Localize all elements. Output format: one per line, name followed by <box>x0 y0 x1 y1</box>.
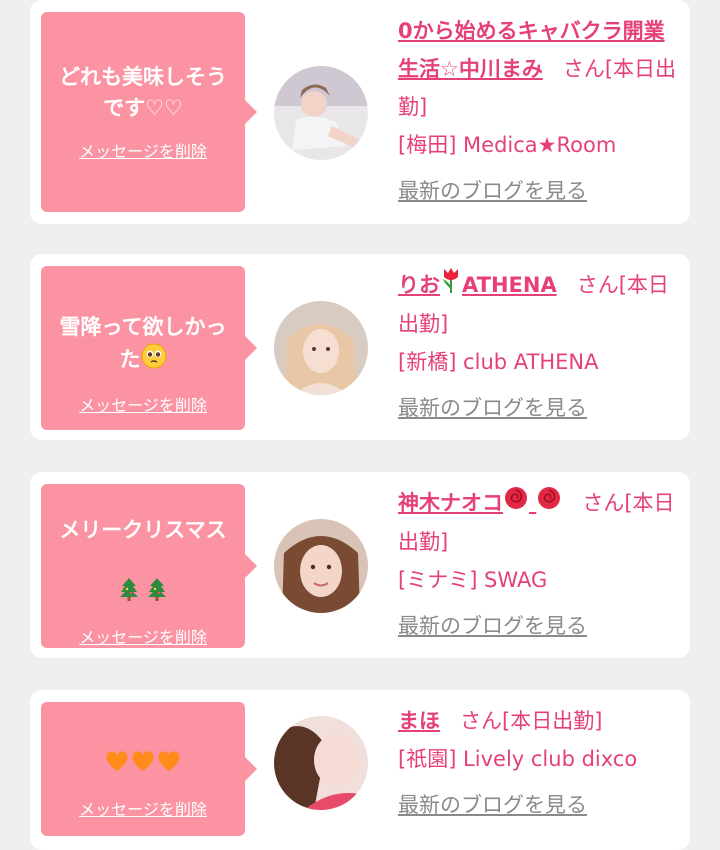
message-bubble: 雪降って欲しかった メッセージを削除 <box>41 266 257 430</box>
message-text: どれも美味しそうです♡♡ <box>59 65 227 120</box>
delete-message-link[interactable]: メッセージを削除 <box>79 796 207 820</box>
message-bubble: メッセージを削除 <box>41 702 257 836</box>
christmas-tree-icon <box>147 577 167 610</box>
message-text: メリークリスマス <box>34 484 252 610</box>
cast-name-link[interactable]: りお ATHENA <box>398 268 557 297</box>
tulip-icon <box>440 267 462 305</box>
cast-name-after: ATHENA <box>462 273 557 297</box>
message-text <box>41 718 245 782</box>
christmas-tree-icon <box>119 577 139 610</box>
shop-name: [ミナミ] SWAG <box>398 568 548 592</box>
shop-name: [新橋] club ATHENA <box>398 350 599 374</box>
latest-blog-link[interactable]: 最新のブログを見る <box>398 786 587 824</box>
avatar[interactable] <box>274 66 368 160</box>
message-card: どれも美味しそうです♡♡ メッセージを削除 0から始めるキャバクラ開業生活☆中川… <box>30 0 690 224</box>
cast-name-link[interactable]: まほ <box>398 709 440 733</box>
delete-message-link[interactable]: メッセージを削除 <box>79 138 207 162</box>
pleading-face-icon <box>141 343 167 378</box>
cast-info: まほ さん[本日出勤] [祇園] Lively club dixco 最新のブロ… <box>398 702 680 824</box>
avatar[interactable] <box>274 519 368 613</box>
avatar[interactable] <box>274 716 368 810</box>
latest-blog-link[interactable]: 最新のブログを見る <box>398 607 587 645</box>
message-text-part: メリークリスマス <box>59 518 227 542</box>
message-card: 雪降って欲しかった メッセージを削除 りお ATHENA さん[本日出勤] [新橋… <box>30 254 690 440</box>
cast-name-link[interactable]: 神木ナオコ <box>398 487 562 515</box>
shop-name: [祇園] Lively club dixco <box>398 747 638 771</box>
avatar[interactable] <box>274 301 368 395</box>
rose-icon <box>536 485 562 523</box>
orange-heart-icon <box>130 749 156 782</box>
message-card: メリークリスマス メッセージを削除 神木ナオコ さん[本日出勤] [ミナミ] S… <box>30 472 690 658</box>
cast-name-text: 神木ナオコ <box>398 491 503 515</box>
cast-info: りお ATHENA さん[本日出勤] [新橋] club ATHENA 最新のブロ… <box>398 266 680 427</box>
delete-message-link[interactable]: メッセージを削除 <box>79 624 207 648</box>
rose-icon <box>503 485 529 523</box>
message-card: メッセージを削除 まほ さん[本日出勤] [祇園] Lively club di… <box>30 690 690 850</box>
message-bubble: メリークリスマス メッセージを削除 <box>41 484 257 648</box>
orange-heart-icon <box>156 749 182 782</box>
cast-name-text: りお <box>398 273 440 297</box>
shop-name: [梅田] Medica★Room <box>398 133 617 157</box>
cast-info: 神木ナオコ さん[本日出勤] [ミナミ] SWAG 最新のブログを見る <box>398 484 680 645</box>
latest-blog-link[interactable]: 最新のブログを見る <box>398 172 587 210</box>
cast-status: さん[本日出勤] <box>460 709 603 733</box>
message-text: 雪降って欲しかった <box>41 281 245 378</box>
orange-heart-icon <box>104 749 130 782</box>
message-bubble: どれも美味しそうです♡♡ メッセージを削除 <box>41 12 257 212</box>
delete-message-link[interactable]: メッセージを削除 <box>79 392 207 416</box>
latest-blog-link[interactable]: 最新のブログを見る <box>398 389 587 427</box>
cast-info: 0から始めるキャバクラ開業生活☆中川まみ さん[本日出勤] [梅田] Medic… <box>398 12 680 210</box>
